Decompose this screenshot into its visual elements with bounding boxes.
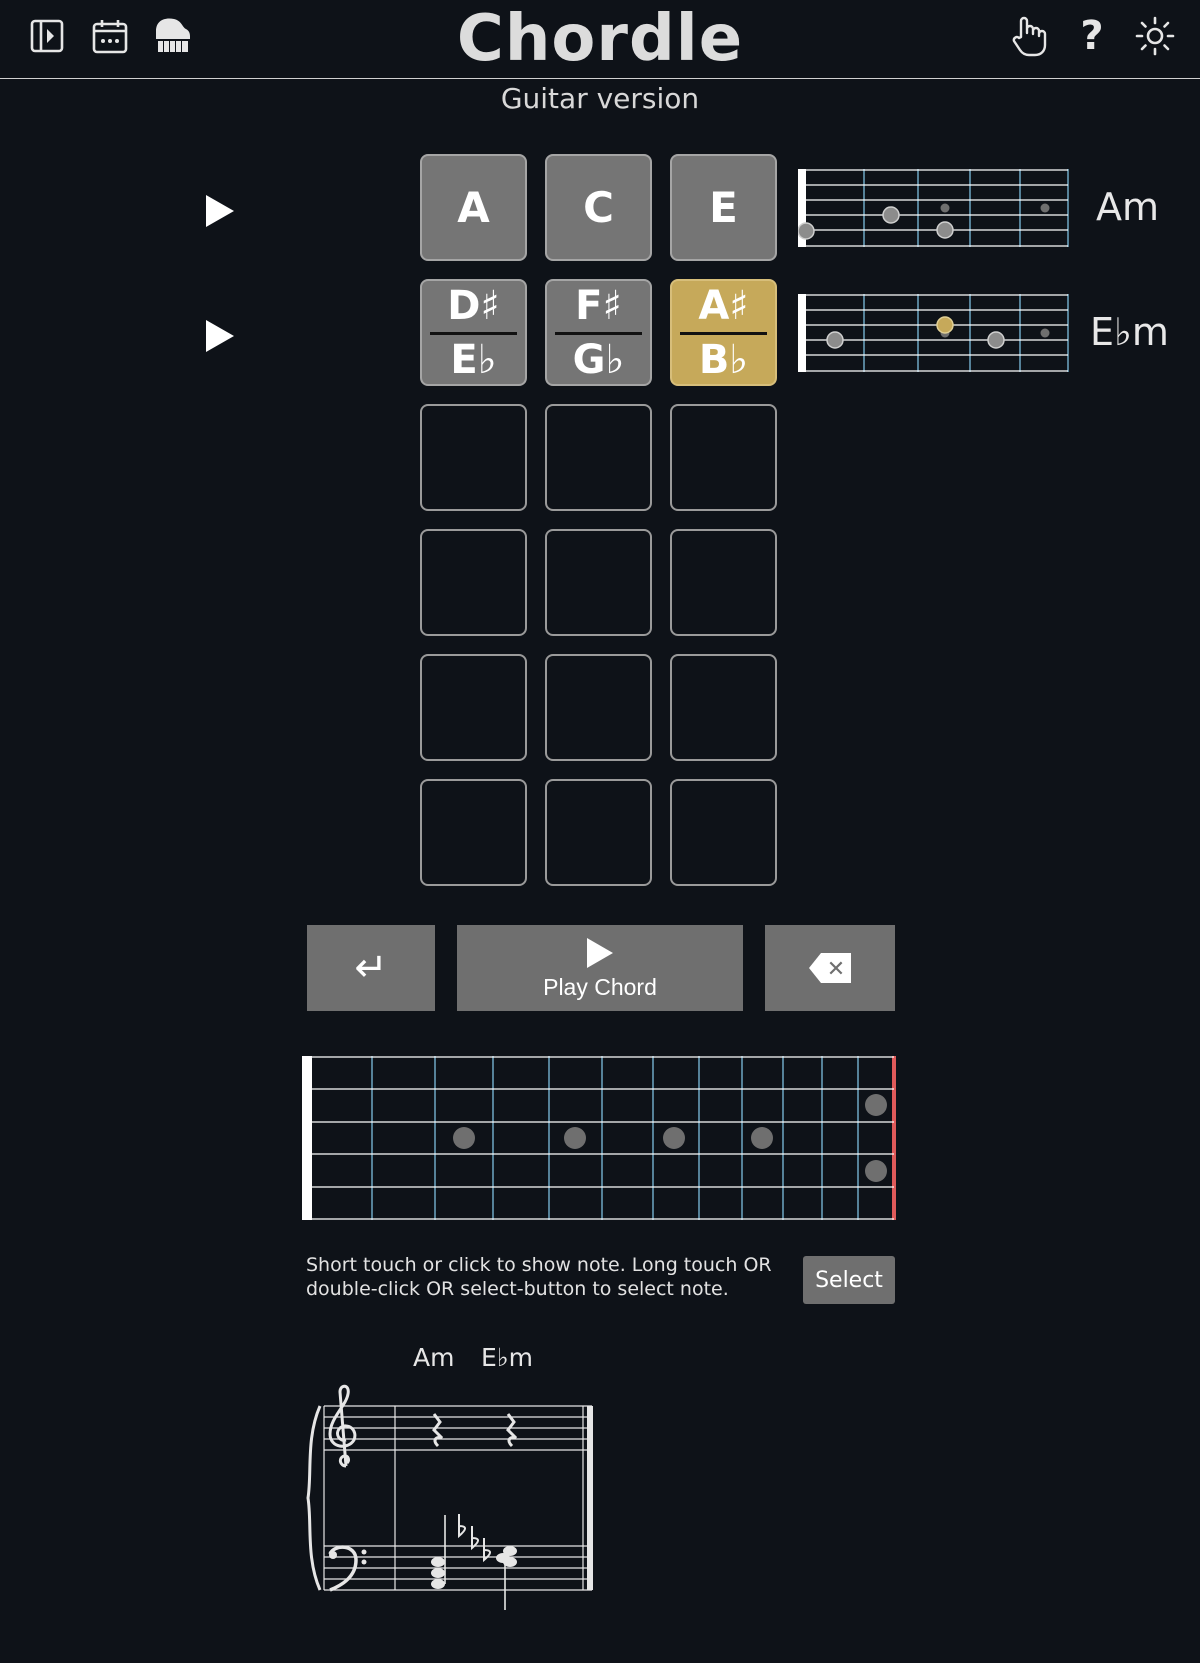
help-icon[interactable]: ? (1070, 13, 1114, 59)
play-row-1-button[interactable] (200, 191, 240, 231)
subtitle: Guitar version (500, 82, 700, 115)
chord-name-row-2: E♭m (1090, 310, 1169, 354)
tile-note: A (457, 183, 490, 232)
flat-signs (458, 1514, 491, 1563)
empty-tile (670, 779, 777, 886)
select-button[interactable]: Select (803, 1256, 895, 1304)
tile-note: C (583, 183, 614, 232)
delete-button[interactable]: ✕ (765, 925, 895, 1011)
tile-divider (555, 332, 642, 335)
empty-tile (420, 529, 527, 636)
chord-am-notes (431, 1557, 445, 1589)
play-icon (587, 937, 613, 968)
empty-tile (545, 779, 652, 886)
empty-tile (670, 404, 777, 511)
tile-note-sharp: A♯ (698, 283, 749, 329)
empty-tile (545, 529, 652, 636)
fret-marker-9 (751, 1127, 773, 1149)
empty-tile (420, 779, 527, 886)
guess-tile: C (545, 154, 652, 261)
fret-dot (987, 331, 1005, 349)
tile-note-flat: G♭ (572, 337, 625, 383)
quarter-rest (506, 1413, 518, 1448)
grand-staff-brace (306, 1405, 322, 1591)
fret-marker-12b (865, 1160, 887, 1182)
fret-dot-correct (936, 316, 954, 334)
mini-fretboard-row-1 (798, 169, 1069, 247)
enter-icon: ↵ (354, 945, 388, 991)
tile-note-sharp: D♯ (447, 283, 500, 329)
empty-tile (670, 654, 777, 761)
fret-marker-7 (663, 1127, 685, 1149)
empty-tile (545, 404, 652, 511)
fret-dot (936, 221, 954, 239)
fret-marker-5 (564, 1127, 586, 1149)
fret-marker-3 (453, 1127, 475, 1149)
fretboard-hint: Short touch or click to show note. Long … (306, 1254, 772, 1300)
guess-tile-correct: A♯ B♭ (670, 279, 777, 386)
empty-tile (420, 654, 527, 761)
treble-clef (328, 1384, 357, 1468)
app-header: Chordle ? (0, 0, 1200, 79)
backspace-icon: ✕ (809, 953, 851, 983)
music-score (306, 1384, 593, 1610)
fret-marker-12a (865, 1094, 887, 1116)
brightness-icon[interactable] (1133, 14, 1177, 58)
tile-note-flat: E♭ (450, 337, 497, 383)
tile-note-flat: B♭ (698, 337, 749, 383)
play-chord-button[interactable]: Play Chord (457, 925, 743, 1011)
fret-dot (826, 331, 844, 349)
empty-tile (420, 404, 527, 511)
guess-tile: A (420, 154, 527, 261)
fretboard[interactable] (300, 1055, 900, 1221)
play-chord-label: Play Chord (543, 973, 657, 1000)
touch-hand-icon[interactable] (1007, 14, 1051, 58)
fret-dot (882, 206, 900, 224)
enter-button[interactable]: ↵ (307, 925, 435, 1011)
empty-tile (545, 654, 652, 761)
score-chord-label-2: E♭m (481, 1343, 533, 1372)
guess-tile: F♯ G♭ (545, 279, 652, 386)
tile-note-sharp: F♯ (575, 283, 622, 329)
tile-divider (680, 332, 767, 335)
guess-tile: D♯ E♭ (420, 279, 527, 386)
quarter-rest (432, 1413, 444, 1448)
chord-name-row-1: Am (1096, 185, 1160, 229)
guess-tile: E (670, 154, 777, 261)
tile-divider (430, 332, 517, 335)
empty-tile (670, 529, 777, 636)
mini-fretboard-row-2 (798, 294, 1069, 372)
tile-note: E (709, 183, 738, 232)
score-chord-label-1: Am (413, 1343, 455, 1372)
svg-text:✕: ✕ (827, 957, 845, 982)
play-row-2-button[interactable] (200, 316, 240, 356)
fret-dot (798, 222, 815, 240)
